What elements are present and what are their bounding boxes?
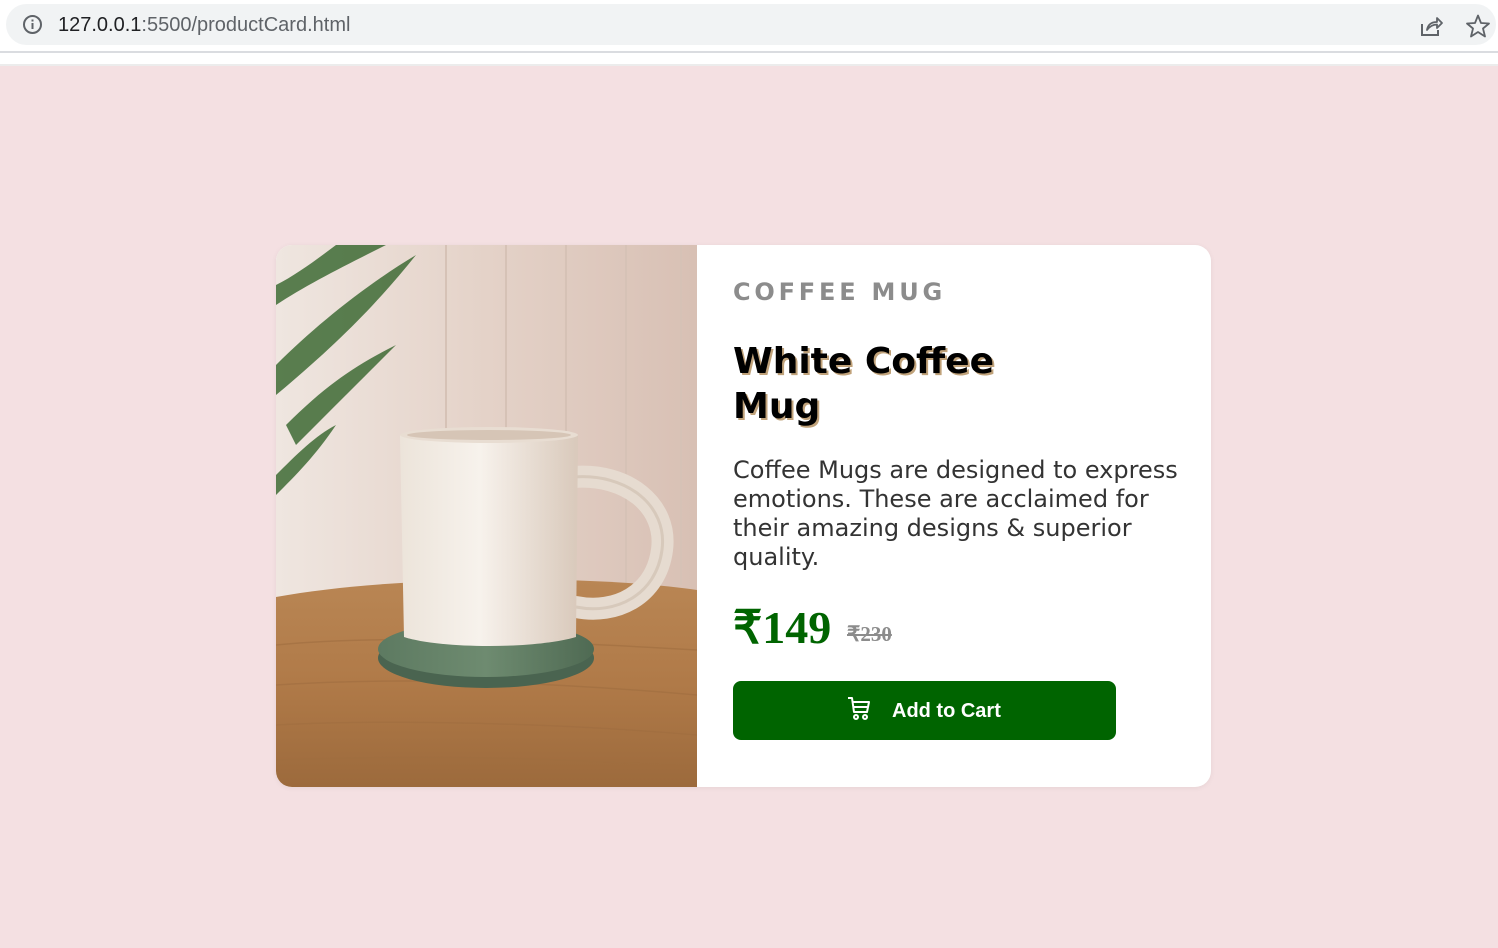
add-to-cart-label: Add to Cart	[892, 700, 1001, 722]
info-icon[interactable]	[22, 14, 43, 35]
add-to-cart-button[interactable]: Add to Cart	[733, 681, 1116, 740]
address-bar[interactable]: 127.0.0.1:5500/productCard.html	[6, 4, 1496, 45]
toolbar-divider	[0, 51, 1498, 53]
product-description: Coffee Mugs are designed to express emot…	[733, 456, 1178, 571]
product-card: COFFEE MUG White Coffee Mug Coffee Mugs …	[276, 245, 1211, 787]
current-price: ₹149	[733, 602, 832, 653]
product-image	[276, 245, 697, 787]
url-path: :5500/productCard.html	[141, 14, 351, 36]
product-title: White Coffee Mug	[733, 341, 994, 427]
content-top-border	[0, 64, 1498, 66]
share-icon[interactable]	[1418, 13, 1444, 39]
url-host: 127.0.0.1	[58, 14, 142, 36]
browser-toolbar: 127.0.0.1:5500/productCard.html	[0, 0, 1498, 66]
original-price: ₹230	[847, 622, 892, 646]
star-icon[interactable]	[1465, 13, 1491, 39]
cart-icon	[848, 697, 870, 720]
mug-photo	[276, 245, 697, 787]
product-details: COFFEE MUG White Coffee Mug Coffee Mugs …	[733, 245, 1193, 787]
product-category: COFFEE MUG	[733, 278, 947, 306]
url-text[interactable]: 127.0.0.1:5500/productCard.html	[58, 13, 350, 37]
